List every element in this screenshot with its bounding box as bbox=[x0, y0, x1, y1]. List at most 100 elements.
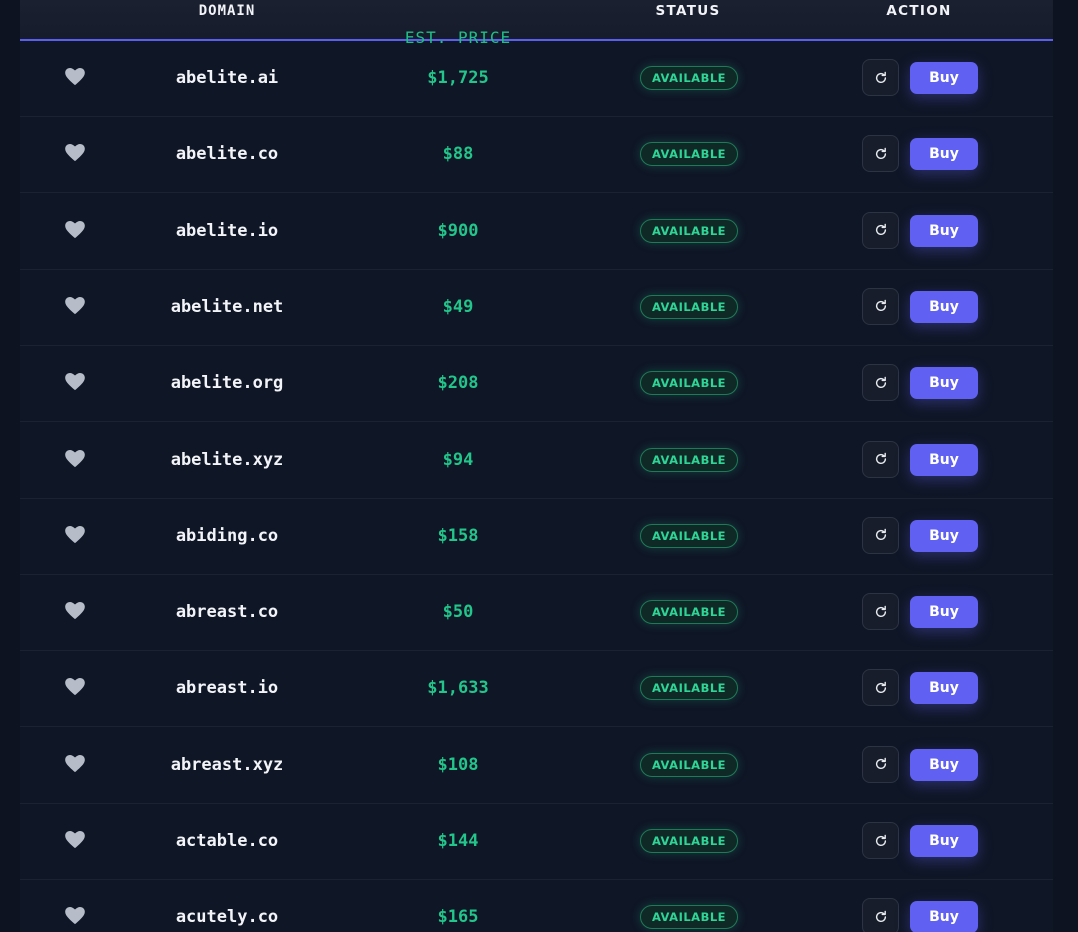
heart-icon[interactable] bbox=[65, 831, 85, 849]
header-domain[interactable]: DOMAIN bbox=[199, 2, 256, 20]
heart-icon[interactable] bbox=[65, 907, 85, 925]
domain-price: $1,725 bbox=[427, 68, 489, 88]
table-row: abelite.io $900 AVAILABLE Buy bbox=[20, 193, 1053, 270]
refresh-button[interactable] bbox=[862, 516, 899, 554]
domain-price: $208 bbox=[437, 373, 479, 394]
refresh-button[interactable] bbox=[862, 745, 899, 783]
domain-name: abreast.co bbox=[175, 602, 279, 623]
domain-price: $1,633 bbox=[427, 678, 489, 699]
status-badge: AVAILABLE bbox=[640, 371, 738, 396]
heart-icon[interactable] bbox=[65, 678, 85, 696]
domain-name: abelite.org bbox=[170, 373, 284, 394]
heart-icon[interactable] bbox=[65, 220, 85, 239]
domain-price: $165 bbox=[437, 907, 479, 928]
status-badge: AVAILABLE bbox=[640, 447, 738, 472]
buy-button[interactable]: Buy bbox=[910, 138, 978, 171]
refresh-icon bbox=[875, 147, 886, 159]
buy-button[interactable]: Buy bbox=[910, 825, 978, 857]
domain-price: $50 bbox=[442, 602, 474, 623]
domain-name: actable.co bbox=[175, 831, 279, 851]
status-badge: AVAILABLE bbox=[640, 676, 738, 701]
refresh-icon bbox=[875, 71, 886, 83]
refresh-icon bbox=[875, 910, 886, 922]
domain-price: $158 bbox=[437, 525, 479, 546]
table-row: abelite.xyz $94 AVAILABLE Buy bbox=[20, 422, 1053, 499]
refresh-icon bbox=[875, 376, 886, 388]
buy-button[interactable]: Buy bbox=[910, 367, 978, 400]
heart-icon[interactable] bbox=[65, 525, 85, 544]
status-badge: AVAILABLE bbox=[640, 752, 738, 777]
domain-price: $900 bbox=[437, 220, 479, 241]
buy-button[interactable]: Buy bbox=[910, 672, 978, 705]
refresh-button[interactable] bbox=[862, 898, 899, 932]
heart-icon[interactable] bbox=[65, 144, 85, 162]
heart-icon[interactable] bbox=[65, 373, 85, 391]
domain-name: abelite.net bbox=[170, 296, 284, 317]
domain-name: abreast.io bbox=[175, 678, 279, 699]
refresh-button[interactable] bbox=[862, 593, 899, 631]
status-badge: AVAILABLE bbox=[640, 218, 738, 243]
status-badge: AVAILABLE bbox=[640, 905, 738, 930]
status-badge: AVAILABLE bbox=[640, 829, 738, 853]
domain-results-panel: DOMAIN EST. PRICE STATUS ACTION abelite.… bbox=[20, 0, 1053, 932]
header-action: ACTION bbox=[886, 3, 952, 19]
table-row: abelite.org $208 AVAILABLE Buy bbox=[20, 345, 1053, 423]
refresh-icon bbox=[875, 605, 886, 617]
status-badge: AVAILABLE bbox=[640, 294, 738, 319]
buy-button[interactable]: Buy bbox=[910, 596, 978, 629]
refresh-button[interactable] bbox=[862, 440, 899, 478]
domain-name: acutely.co bbox=[175, 907, 279, 928]
domain-name: abiding.co bbox=[175, 525, 279, 546]
status-badge: AVAILABLE bbox=[640, 600, 738, 625]
heart-icon[interactable] bbox=[65, 602, 85, 620]
table-row: abreast.xyz $108 AVAILABLE Buy bbox=[20, 727, 1053, 804]
table-row: abreast.co $50 AVAILABLE Buy bbox=[20, 574, 1053, 652]
refresh-icon bbox=[875, 300, 886, 312]
domain-name: abelite.ai bbox=[175, 68, 279, 88]
domain-price: $49 bbox=[442, 296, 474, 317]
refresh-button[interactable] bbox=[862, 135, 899, 173]
buy-button[interactable]: Buy bbox=[910, 901, 978, 932]
domain-price: $88 bbox=[442, 144, 474, 165]
domain-price: $108 bbox=[437, 754, 479, 775]
status-badge: AVAILABLE bbox=[640, 66, 738, 90]
table-row: abiding.co $158 AVAILABLE Buy bbox=[20, 498, 1053, 575]
buy-button[interactable]: Buy bbox=[910, 748, 978, 781]
domain-name: abelite.io bbox=[175, 220, 279, 241]
refresh-button[interactable] bbox=[862, 211, 899, 249]
refresh-icon bbox=[875, 452, 886, 465]
refresh-icon bbox=[875, 223, 886, 236]
domain-name: abelite.xyz bbox=[170, 449, 284, 470]
domain-price: $144 bbox=[437, 831, 479, 851]
domain-name: abelite.co bbox=[175, 144, 279, 165]
refresh-icon bbox=[875, 528, 886, 541]
domain-name: abreast.xyz bbox=[170, 754, 284, 775]
refresh-button[interactable] bbox=[862, 287, 899, 325]
domain-price: $94 bbox=[442, 449, 474, 470]
buy-button[interactable]: Buy bbox=[910, 214, 978, 247]
heart-icon[interactable] bbox=[65, 754, 85, 773]
refresh-button[interactable] bbox=[862, 822, 899, 859]
table-row: actable.co $144 AVAILABLE Buy bbox=[20, 803, 1053, 880]
refresh-button[interactable] bbox=[862, 364, 899, 402]
heart-icon[interactable] bbox=[65, 68, 85, 86]
heart-icon[interactable] bbox=[65, 449, 85, 468]
heart-icon[interactable] bbox=[65, 296, 85, 315]
table-row: abelite.net $49 AVAILABLE Buy bbox=[20, 269, 1053, 346]
table-row: abelite.ai $1,725 AVAILABLE Buy bbox=[20, 40, 1053, 117]
table-row: acutely.co $165 AVAILABLE Buy bbox=[20, 879, 1053, 932]
status-badge: AVAILABLE bbox=[640, 142, 738, 167]
header-status[interactable]: STATUS bbox=[656, 2, 721, 20]
refresh-icon bbox=[875, 681, 886, 693]
buy-button[interactable]: Buy bbox=[910, 290, 978, 323]
refresh-button[interactable] bbox=[862, 59, 899, 96]
refresh-button[interactable] bbox=[862, 669, 899, 707]
buy-button[interactable]: Buy bbox=[910, 62, 978, 94]
refresh-icon bbox=[875, 834, 886, 846]
status-badge: AVAILABLE bbox=[640, 523, 738, 548]
table-row: abelite.co $88 AVAILABLE Buy bbox=[20, 116, 1053, 194]
buy-button[interactable]: Buy bbox=[910, 443, 978, 476]
table-header: DOMAIN EST. PRICE STATUS ACTION bbox=[20, 0, 1053, 47]
buy-button[interactable]: Buy bbox=[910, 519, 978, 552]
refresh-icon bbox=[875, 757, 886, 770]
